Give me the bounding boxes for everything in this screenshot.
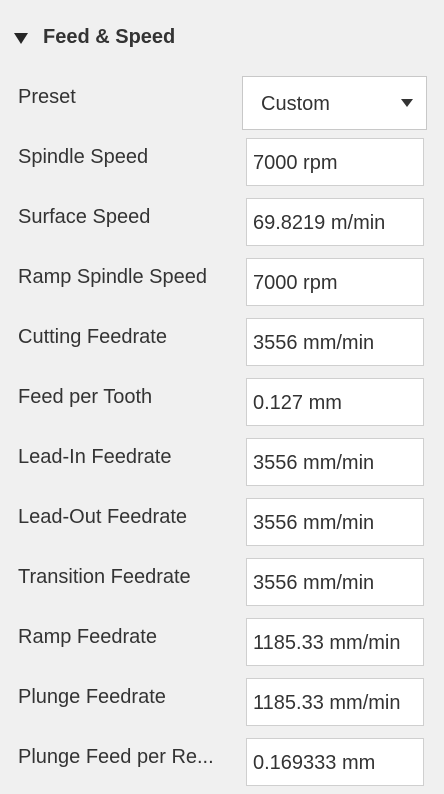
row-transition-feedrate: Transition Feedrate 3556 mm/min — [0, 548, 444, 608]
spindle-speed-label: Spindle Speed — [18, 146, 149, 168]
plunge-feed-per-revolution-value: 0.169333 mm — [253, 752, 376, 774]
plunge-feedrate-label: Plunge Feedrate — [18, 686, 166, 708]
spindle-speed-input[interactable]: 7000 rpm — [246, 138, 424, 186]
cutting-feedrate-input[interactable]: 3556 mm/min — [246, 318, 424, 366]
surface-speed-label: Surface Speed — [18, 206, 151, 228]
ramp-feedrate-label: Ramp Feedrate — [18, 626, 157, 648]
preset-dropdown[interactable]: Custom — [242, 76, 427, 130]
lead-in-feedrate-label: Lead-In Feedrate — [18, 446, 172, 468]
collapse-triangle-icon[interactable] — [14, 33, 28, 44]
row-ramp-feedrate: Ramp Feedrate 1185.33 mm/min — [0, 608, 444, 668]
surface-speed-value: 69.8219 m/min — [253, 212, 386, 234]
row-surface-speed: Surface Speed 69.8219 m/min — [0, 188, 444, 248]
ramp-spindle-speed-value: 7000 rpm — [253, 272, 338, 294]
row-plunge-feedrate: Plunge Feedrate 1185.33 mm/min — [0, 668, 444, 728]
row-preset: Preset Custom — [0, 68, 444, 130]
ramp-feedrate-input[interactable]: 1185.33 mm/min — [246, 618, 424, 666]
section-header-feed-speed[interactable]: Feed & Speed — [0, 18, 444, 58]
feed-per-tooth-value: 0.127 mm — [253, 392, 342, 414]
cutting-feedrate-label: Cutting Feedrate — [18, 326, 167, 348]
transition-feedrate-label: Transition Feedrate — [18, 566, 191, 588]
lead-out-feedrate-input[interactable]: 3556 mm/min — [246, 498, 424, 546]
feed-per-tooth-input[interactable]: 0.127 mm — [246, 378, 424, 426]
surface-speed-input[interactable]: 69.8219 m/min — [246, 198, 424, 246]
row-cutting-feedrate: Cutting Feedrate 3556 mm/min — [0, 308, 444, 368]
ramp-spindle-speed-label: Ramp Spindle Speed — [18, 266, 208, 288]
row-lead-in-feedrate: Lead-In Feedrate 3556 mm/min — [0, 428, 444, 488]
row-plunge-feed-per-revolution: Plunge Feed per Re... 0.169333 mm — [0, 728, 444, 788]
ramp-feedrate-value: 1185.33 mm/min — [253, 632, 401, 654]
section-title: Feed & Speed — [43, 26, 176, 48]
plunge-feedrate-value: 1185.33 mm/min — [253, 692, 401, 714]
lead-out-feedrate-label: Lead-Out Feedrate — [18, 506, 187, 528]
plunge-feed-per-revolution-label: Plunge Feed per Re... — [18, 746, 214, 768]
lead-in-feedrate-value: 3556 mm/min — [253, 452, 375, 474]
row-spindle-speed: Spindle Speed 7000 rpm — [0, 128, 444, 188]
preset-selected-value: Custom — [261, 93, 330, 115]
row-lead-out-feedrate: Lead-Out Feedrate 3556 mm/min — [0, 488, 444, 548]
ramp-spindle-speed-input[interactable]: 7000 rpm — [246, 258, 424, 306]
chevron-down-icon — [401, 99, 413, 107]
plunge-feed-per-revolution-input[interactable]: 0.169333 mm — [246, 738, 424, 786]
transition-feedrate-value: 3556 mm/min — [253, 572, 375, 594]
row-ramp-spindle-speed: Ramp Spindle Speed 7000 rpm — [0, 248, 444, 308]
transition-feedrate-input[interactable]: 3556 mm/min — [246, 558, 424, 606]
spindle-speed-value: 7000 rpm — [253, 152, 338, 174]
preset-label: Preset — [18, 86, 76, 108]
lead-in-feedrate-input[interactable]: 3556 mm/min — [246, 438, 424, 486]
plunge-feedrate-input[interactable]: 1185.33 mm/min — [246, 678, 424, 726]
cutting-feedrate-value: 3556 mm/min — [253, 332, 375, 354]
lead-out-feedrate-value: 3556 mm/min — [253, 512, 375, 534]
feed-per-tooth-label: Feed per Tooth — [18, 386, 153, 408]
feed-speed-panel: Feed & Speed Preset Custom Spindle Speed… — [0, 0, 444, 794]
row-feed-per-tooth: Feed per Tooth 0.127 mm — [0, 368, 444, 428]
